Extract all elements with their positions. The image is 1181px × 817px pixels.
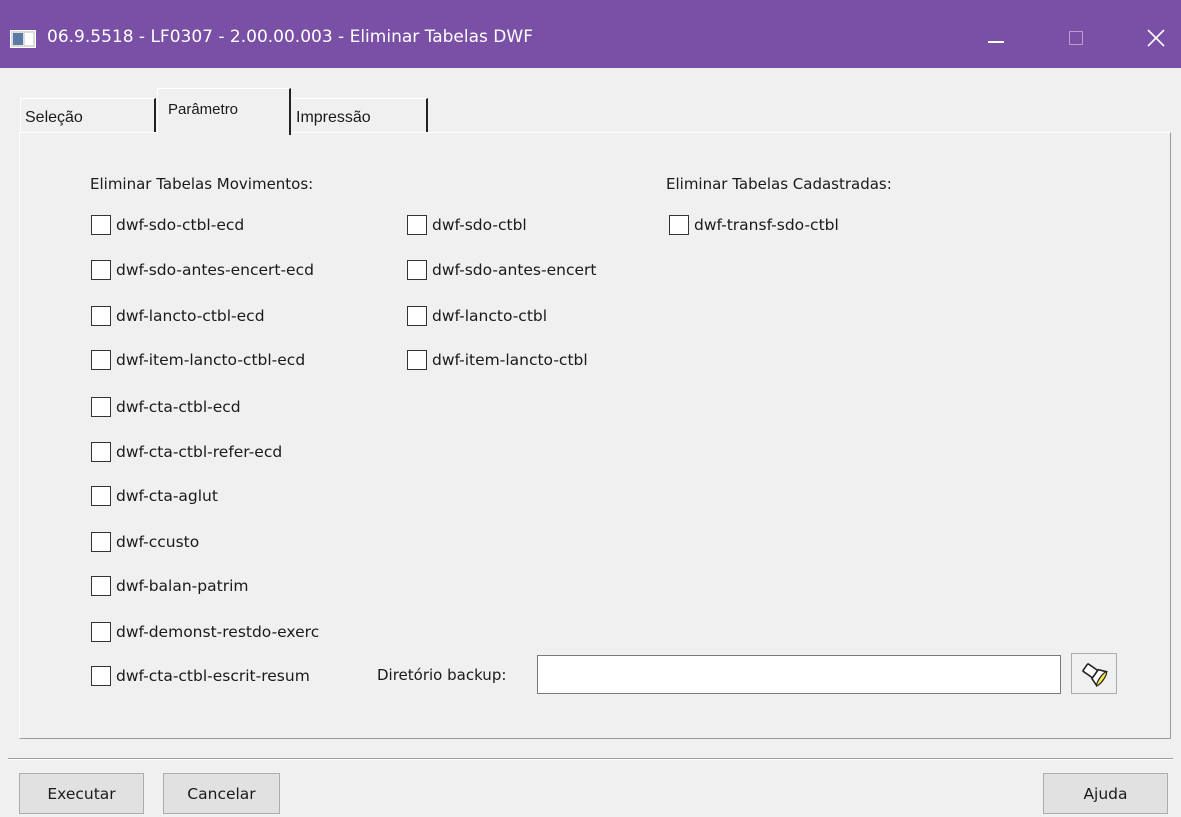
cancelar-button[interactable]: Cancelar xyxy=(163,773,280,814)
ajuda-button[interactable]: Ajuda xyxy=(1043,773,1168,814)
cadastradas-heading: Eliminar Tabelas Cadastradas: xyxy=(666,175,892,193)
checkbox-label: dwf-item-lancto-ctbl xyxy=(432,351,588,369)
maximize-button[interactable] xyxy=(1048,18,1104,58)
flashlight-search-icon xyxy=(1082,662,1108,687)
checkbox-label: dwf-demonst-restdo-exerc xyxy=(116,623,320,641)
checkbox-label: dwf-transf-sdo-ctbl xyxy=(694,216,839,234)
checkbox-dwf-sdo-ctbl-ecd[interactable]: dwf-sdo-ctbl-ecd xyxy=(91,215,244,235)
checkbox-label: dwf-sdo-ctbl xyxy=(432,216,527,234)
checkbox-label: dwf-cta-ctbl-refer-ecd xyxy=(116,443,283,461)
checkbox-box[interactable] xyxy=(91,576,111,596)
checkbox-dwf-item-lancto-ctbl-ecd[interactable]: dwf-item-lancto-ctbl-ecd xyxy=(91,350,305,370)
checkbox-box[interactable] xyxy=(91,215,111,235)
checkbox-box[interactable] xyxy=(91,622,111,642)
tab-label: Parâmetro xyxy=(168,101,239,118)
checkbox-label: dwf-cta-ctbl-escrit-resum xyxy=(116,667,310,685)
backup-label: Diretório backup: xyxy=(377,666,507,684)
footer-separator xyxy=(8,758,1173,760)
checkbox-dwf-lancto-ctbl-ecd[interactable]: dwf-lancto-ctbl-ecd xyxy=(91,306,265,326)
checkbox-box[interactable] xyxy=(91,486,111,506)
checkbox-dwf-ccusto[interactable]: dwf-ccusto xyxy=(91,532,199,552)
checkbox-dwf-sdo-antes-encert-ecd[interactable]: dwf-sdo-antes-encert-ecd xyxy=(91,260,314,280)
executar-button[interactable]: Executar xyxy=(19,773,144,814)
checkbox-dwf-balan-patrim[interactable]: dwf-balan-patrim xyxy=(91,576,248,596)
checkbox-label: dwf-ccusto xyxy=(116,533,200,551)
checkbox-dwf-cta-ctbl-escrit-resum[interactable]: dwf-cta-ctbl-escrit-resum xyxy=(91,666,310,686)
tab-selecao[interactable]: Seleção xyxy=(20,98,156,132)
checkbox-label: dwf-item-lancto-ctbl-ecd xyxy=(116,351,306,369)
maximize-icon xyxy=(1069,31,1083,45)
tab-label: Impressão xyxy=(296,109,371,126)
app-icon xyxy=(10,30,36,48)
checkbox-label: dwf-balan-patrim xyxy=(116,577,249,595)
close-button[interactable] xyxy=(1128,18,1181,58)
checkbox-label: dwf-lancto-ctbl xyxy=(432,307,548,325)
browse-directory-button[interactable] xyxy=(1071,653,1117,694)
checkbox-dwf-sdo-ctbl[interactable]: dwf-sdo-ctbl xyxy=(407,215,527,235)
window-title: 06.9.5518 - LF0307 - 2.00.00.003 - Elimi… xyxy=(47,27,533,47)
checkbox-box[interactable] xyxy=(407,350,427,370)
checkbox-box[interactable] xyxy=(91,397,111,417)
checkbox-box[interactable] xyxy=(91,350,111,370)
checkbox-box[interactable] xyxy=(91,306,111,326)
title-bar: 06.9.5518 - LF0307 - 2.00.00.003 - Elimi… xyxy=(0,0,1181,68)
checkbox-label: dwf-sdo-antes-encert xyxy=(432,261,597,279)
checkbox-box[interactable] xyxy=(407,215,427,235)
checkbox-label: dwf-cta-aglut xyxy=(116,487,218,505)
minimize-button[interactable] xyxy=(968,18,1024,58)
checkbox-dwf-item-lancto-ctbl[interactable]: dwf-item-lancto-ctbl xyxy=(407,350,588,370)
checkbox-label: dwf-lancto-ctbl-ecd xyxy=(116,307,265,325)
checkbox-box[interactable] xyxy=(91,442,111,462)
checkbox-box[interactable] xyxy=(91,260,111,280)
checkbox-dwf-cta-ctbl-ecd[interactable]: dwf-cta-ctbl-ecd xyxy=(91,397,241,417)
movimentos-heading: Eliminar Tabelas Movimentos: xyxy=(90,175,314,193)
checkbox-box[interactable] xyxy=(669,215,689,235)
checkbox-box[interactable] xyxy=(407,260,427,280)
backup-directory-input[interactable] xyxy=(537,655,1061,694)
checkbox-dwf-cta-aglut[interactable]: dwf-cta-aglut xyxy=(91,486,218,506)
checkbox-dwf-lancto-ctbl[interactable]: dwf-lancto-ctbl xyxy=(407,306,547,326)
checkbox-dwf-demonst-restdo-exerc[interactable]: dwf-demonst-restdo-exerc xyxy=(91,622,319,642)
minimize-icon xyxy=(988,41,1004,43)
checkbox-box[interactable] xyxy=(91,532,111,552)
tab-label: Seleção xyxy=(25,109,83,126)
checkbox-dwf-cta-ctbl-refer-ecd[interactable]: dwf-cta-ctbl-refer-ecd xyxy=(91,442,282,462)
checkbox-dwf-sdo-antes-encert[interactable]: dwf-sdo-antes-encert xyxy=(407,260,596,280)
checkbox-box[interactable] xyxy=(407,306,427,326)
checkbox-dwf-transf-sdo-ctbl[interactable]: dwf-transf-sdo-ctbl xyxy=(669,215,839,235)
checkbox-label: dwf-cta-ctbl-ecd xyxy=(116,398,241,416)
checkbox-label: dwf-sdo-ctbl-ecd xyxy=(116,216,245,234)
checkbox-box[interactable] xyxy=(91,666,111,686)
close-icon xyxy=(1147,29,1165,47)
tab-impressao[interactable]: Impressão xyxy=(292,98,428,132)
tab-parametro[interactable]: Parâmetro xyxy=(157,88,291,135)
checkbox-label: dwf-sdo-antes-encert-ecd xyxy=(116,261,314,279)
